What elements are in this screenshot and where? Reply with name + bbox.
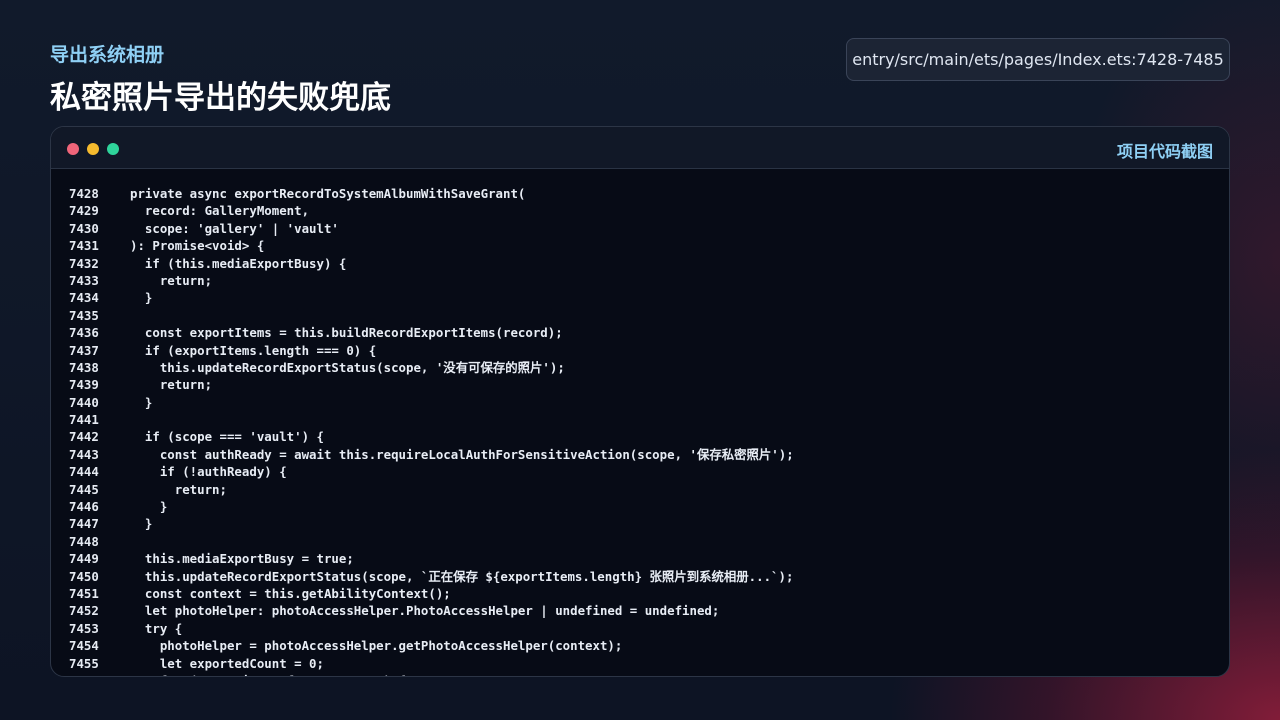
line-number: 7443 [69,446,99,462]
line-number: 7452 [69,603,99,619]
code-line: 7432 if (this.mediaExportBusy) { [51,255,1229,272]
code-text: } [130,394,153,410]
line-number: 7435 [69,307,99,323]
code-line: 7428 private async exportRecordToSystemAl… [51,185,1229,202]
line-number: 7448 [69,533,99,549]
line-number: 7437 [69,342,99,358]
line-number: 7434 [69,290,99,306]
line-number: 7455 [69,655,99,671]
minimize-dot-icon [87,143,99,155]
code-line: 7454 photoHelper = photoAccessHelper.get… [51,637,1229,654]
line-number: 7456 [69,672,109,676]
code-text: return; [130,481,227,497]
code-window: 项目代码截图 7428 private async exportRecordToS… [50,126,1230,677]
code-line: 7450 this.updateRecordExportStatus(scope… [51,568,1229,585]
code-line: 7453 try { [51,620,1229,637]
code-line: 7445 return; [51,481,1229,498]
page-title: 私密照片导出的失败兜底 [50,80,391,116]
code-line: 7442 if (scope === 'vault') { [51,428,1229,445]
line-number: 7450 [69,568,99,584]
code-text: const authReady = await this.requireLoca… [130,446,794,462]
code-line: 7444 if (!authReady) { [51,463,1229,480]
close-dot-icon [67,143,79,155]
code-line: 7429 record: GalleryMoment, [51,202,1229,219]
code-text: if (!authReady) { [130,464,287,480]
code-line: 7448 [51,533,1229,550]
code-text: } [130,290,153,306]
line-number: 7438 [69,359,99,375]
code-text: record: GalleryMoment, [130,203,310,219]
window-title-bar: 项目代码截图 [51,127,1229,169]
code-text: return; [130,377,213,393]
code-line: 7430 scope: 'gallery' | 'vault' [51,220,1229,237]
code-text: ): Promise<void> { [130,238,265,254]
code-text: scope: 'gallery' | 'vault' [130,220,339,236]
line-number: 7440 [69,394,99,410]
window-label: 项目代码截图 [1116,142,1213,161]
code-text: let exportedCount = 0; [130,655,324,671]
code-text: try { [130,620,183,636]
line-number: 7428 [69,186,99,201]
line-number: 7454 [69,638,99,654]
line-number: 7441 [69,412,99,428]
code-line: 7451 const context = this.getAbilityCont… [51,585,1229,602]
line-number: 7444 [69,464,99,480]
code-line: 7456 for (const item of exportItems) { [51,672,1229,676]
code-line: 7438 this.updateRecordExportStatus(scope… [51,359,1229,376]
code-text: for (const item of exportItems) { [130,672,406,676]
code-text: return; [130,272,213,288]
code-text: if (scope === 'vault') { [130,429,324,445]
code-text: } [130,516,153,532]
code-line: 7433 return; [51,272,1229,289]
line-number: 7447 [69,516,99,532]
code-text: photoHelper = photoAccessHelper.getPhoto… [130,638,623,654]
code-line: 7455 let exportedCount = 0; [51,655,1229,672]
code-line: 7452 let photoHelper: photoAccessHelper.… [51,602,1229,619]
code-line: 7434 } [51,289,1229,306]
code-block: 7428 private async exportRecordToSystemAl… [51,185,1229,676]
code-text: const context = this.getAbilityContext()… [130,585,451,601]
code-text: } [130,499,168,515]
code-line: 7449 this.mediaExportBusy = true; [51,550,1229,567]
line-number: 7453 [69,620,99,636]
line-number: 7451 [69,585,99,601]
line-number: 7431 [69,238,99,254]
code-text: this.updateRecordExportStatus(scope, '没有… [130,359,565,375]
line-number: 7432 [69,255,99,271]
code-line: 7443 const authReady = await this.requir… [51,446,1229,463]
section-kicker: 导出系统相册 [50,44,165,66]
code-text: this.mediaExportBusy = true; [130,551,354,567]
code-text: private async exportRecordToSystemAlbumW… [130,186,526,201]
line-number: 7442 [69,429,99,445]
line-number: 7436 [69,325,99,341]
code-text: if (exportItems.length === 0) { [130,342,377,358]
line-number: 7449 [69,551,99,567]
code-line: 7431 ): Promise<void> { [51,237,1229,254]
code-line: 7436 const exportItems = this.buildRecor… [51,324,1229,341]
code-line: 7439 return; [51,376,1229,393]
line-number: 7439 [69,377,99,393]
code-line: 7446 } [51,498,1229,515]
line-number: 7430 [69,220,99,236]
code-text: this.updateRecordExportStatus(scope, `正在… [130,568,794,584]
code-text: if (this.mediaExportBusy) { [130,255,347,271]
code-text: let photoHelper: photoAccessHelper.Photo… [130,603,720,619]
line-number: 7429 [69,203,99,219]
line-number: 7446 [69,499,99,515]
code-line: 7435 [51,307,1229,324]
file-path-chip: entry/src/main/ets/pages/Index.ets:7428-… [846,38,1230,81]
code-line: 7447 } [51,515,1229,532]
line-number: 7445 [69,481,99,497]
maximize-dot-icon [107,143,119,155]
code-line: 7437 if (exportItems.length === 0) { [51,342,1229,359]
line-number: 7433 [69,272,99,288]
code-line: 7441 [51,411,1229,428]
code-text: const exportItems = this.buildRecordExpo… [130,325,563,341]
code-line: 7440 } [51,394,1229,411]
